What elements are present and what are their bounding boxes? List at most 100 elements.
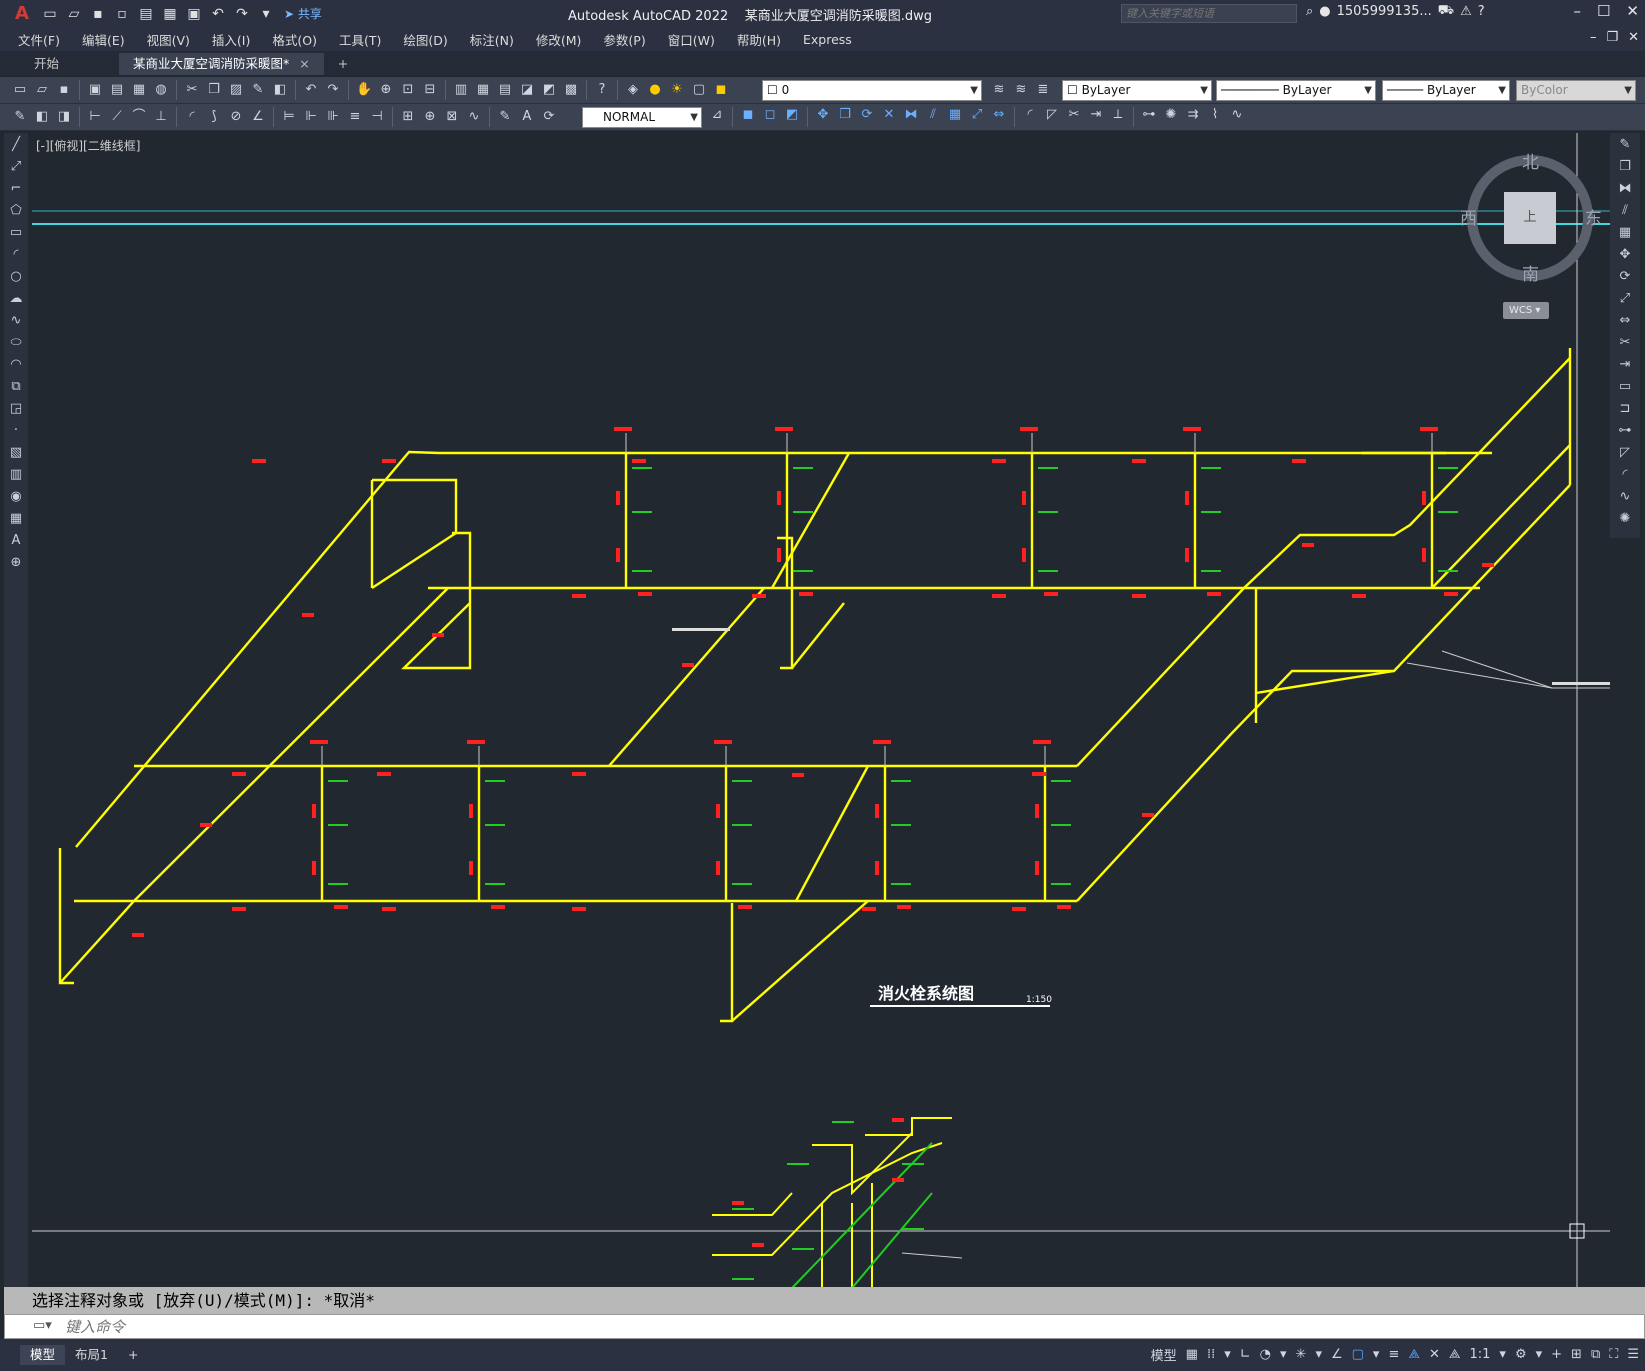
align-icon[interactable]: ⇉ (1185, 107, 1201, 123)
sheet-set-icon[interactable]: ◪ (519, 82, 535, 98)
dim-update-icon[interactable]: ⟳ (541, 109, 557, 125)
angular-icon[interactable]: ∠ (250, 109, 266, 125)
move-icon[interactable]: ✥ (815, 107, 831, 123)
dim-text-edit-icon[interactable]: A (519, 109, 535, 125)
diameter-icon[interactable]: ⊘ (228, 109, 244, 125)
viewcube-south[interactable]: 南 (1522, 260, 1539, 285)
layer-match-icon[interactable]: ◧ (34, 109, 50, 125)
redo-toolbar-icon[interactable]: ↷ (325, 82, 341, 98)
open-file-icon[interactable]: ▱ (64, 3, 84, 25)
add-layout-button[interactable]: + (118, 1345, 148, 1365)
point-icon[interactable]: · (6, 421, 26, 441)
dimstyle-dropdown[interactable]: NORMAL ▼ (582, 107, 702, 128)
draworder-back-icon[interactable]: ◻ (762, 107, 778, 123)
print-icon[interactable]: ▣ (184, 3, 204, 25)
mtext-icon[interactable]: A (6, 531, 26, 551)
dim-space-icon[interactable]: ≡ (347, 109, 363, 125)
undo-toolbar-icon[interactable]: ↶ (303, 82, 319, 98)
chevron-down-icon[interactable]: ▾ (1373, 1347, 1380, 1362)
menu-parametric[interactable]: 参数(P) (603, 30, 645, 49)
rotate-palette-icon[interactable]: ⟳ (1615, 267, 1635, 287)
rotate-icon[interactable]: ⟳ (859, 107, 875, 123)
rectangle-icon[interactable]: ▭ (6, 223, 26, 243)
zoom-realtime-icon[interactable]: ⊕ (378, 82, 394, 98)
save-as-icon[interactable]: ▫ (112, 3, 132, 25)
cart-icon[interactable]: ⛟ (1438, 3, 1454, 20)
join-palette-icon[interactable]: ⊶ (1615, 421, 1635, 441)
new-file-icon[interactable]: ▭ (40, 3, 60, 25)
annotation-scale-icon[interactable]: ⟁ (1449, 1347, 1461, 1362)
make-current-layer-icon[interactable]: ≋ (991, 82, 1007, 98)
radius-icon[interactable]: ◜ (184, 109, 200, 125)
layer-properties-icon[interactable]: ◈ (625, 82, 641, 98)
extend-palette-icon[interactable]: ⇥ (1615, 355, 1635, 375)
array-palette-icon[interactable]: ▦ (1615, 223, 1635, 243)
viewcube-top-face[interactable]: 上 (1504, 192, 1556, 244)
tolerance-icon[interactable]: ⊞ (400, 109, 416, 125)
auto-scale-icon[interactable]: ✕ (1429, 1347, 1440, 1362)
dim-break-icon[interactable]: ⊣ (369, 109, 385, 125)
snap-icon[interactable]: ⁞⁞ (1207, 1347, 1215, 1362)
chevron-down-icon[interactable]: ▾ (1224, 1347, 1231, 1362)
help-toolbar-icon[interactable]: ? (594, 82, 610, 98)
inspect-icon[interactable]: ⊠ (444, 109, 460, 125)
menu-file[interactable]: 文件(F) (18, 30, 60, 49)
baseline-icon[interactable]: ⊩ (303, 109, 319, 125)
quick-dim-icon[interactable]: ⊨ (281, 109, 297, 125)
mirror-palette-icon[interactable]: ⧓ (1615, 179, 1635, 199)
markup-icon[interactable]: ◩ (541, 82, 557, 98)
move-palette-icon[interactable]: ✥ (1615, 245, 1635, 265)
doc-restore-icon[interactable]: ❐ (1606, 30, 1618, 45)
3d-print-icon[interactable]: ▦ (131, 82, 147, 98)
annotation-visibility-icon[interactable]: ⟁ (1408, 1347, 1420, 1362)
grid-icon[interactable]: ▦ (1186, 1347, 1198, 1362)
continue-icon[interactable]: ⊪ (325, 109, 341, 125)
arc-icon[interactable]: ◜ (6, 245, 26, 265)
draworder-above-icon[interactable]: ◩ (784, 107, 800, 123)
paste-icon[interactable]: ▨ (228, 82, 244, 98)
chamfer-icon[interactable]: ◸ (1044, 107, 1060, 123)
copy-icon[interactable]: ❐ (206, 82, 222, 98)
chevron-down-icon[interactable]: ▾ (1315, 1347, 1322, 1362)
user-name[interactable]: 1505999135... (1337, 4, 1432, 19)
menu-edit[interactable]: 编辑(E) (82, 30, 125, 49)
maximize-icon[interactable]: ☐ (1597, 2, 1610, 20)
menu-window[interactable]: 窗口(W) (668, 30, 715, 49)
undo-icon[interactable]: ↶ (208, 3, 228, 25)
polygon-icon[interactable]: ⬠ (6, 201, 26, 221)
copy-object-icon[interactable]: ❐ (837, 107, 853, 123)
preview-icon[interactable]: ▤ (109, 82, 125, 98)
match-icon[interactable]: ✎ (12, 109, 28, 125)
draworder-front-icon[interactable]: ◼ (740, 107, 756, 123)
ellipse-arc-icon[interactable]: ◠ (6, 355, 26, 375)
lineweight-dropdown[interactable]: ───── ByLayer ▼ (1382, 80, 1510, 101)
jogged-icon[interactable]: ⟆ (206, 109, 222, 125)
match-properties-icon[interactable]: ✎ (250, 82, 266, 98)
blend-palette-icon[interactable]: ∿ (1615, 487, 1635, 507)
line-icon[interactable]: ╱ (6, 135, 26, 155)
chevron-down-icon[interactable]: ▾ (1499, 1347, 1506, 1362)
menu-modify[interactable]: 修改(M) (536, 30, 582, 49)
qnew-icon[interactable]: ▭ (12, 82, 28, 98)
layer-states-icon[interactable]: ≣ (1035, 82, 1051, 98)
erase-icon[interactable]: ✕ (881, 107, 897, 123)
command-input[interactable] (65, 1315, 1565, 1338)
dimstyle-manager-icon[interactable]: ⊿ (709, 107, 725, 123)
construction-line-icon[interactable]: ⤢ (6, 157, 26, 177)
make-block-icon[interactable]: ◲ (6, 399, 26, 419)
fillet-palette-icon[interactable]: ◜ (1615, 465, 1635, 485)
region-icon[interactable]: ◉ (6, 487, 26, 507)
menu-format[interactable]: 格式(O) (272, 30, 317, 49)
explode-palette-icon[interactable]: ✺ (1615, 509, 1635, 529)
viewcube[interactable]: 北 南 西 东 上 (1440, 148, 1610, 318)
menu-view[interactable]: 视图(V) (147, 30, 190, 49)
annotation-scale-value[interactable]: 1:1 (1469, 1347, 1490, 1362)
menu-draw[interactable]: 绘图(D) (403, 30, 447, 49)
spline-icon[interactable]: ∿ (6, 311, 26, 331)
tab-document[interactable]: 某商业大厦空调消防采暖图* × (119, 53, 324, 75)
layer-on-icon[interactable]: ● (647, 82, 663, 98)
mirror-icon[interactable]: ⧓ (903, 107, 919, 123)
viewcube-north[interactable]: 北 (1522, 148, 1539, 173)
design-center-icon[interactable]: ▦ (475, 82, 491, 98)
break-palette-icon[interactable]: ⊐ (1615, 399, 1635, 419)
